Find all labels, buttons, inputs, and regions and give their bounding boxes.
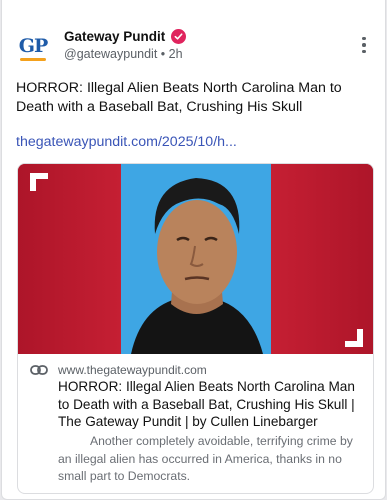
- preview-image[interactable]: [18, 164, 373, 354]
- display-name[interactable]: Gateway Pundit: [64, 29, 165, 44]
- post-link[interactable]: thegatewaypundit.com/2025/10/h...: [16, 134, 237, 150]
- preview-description: Another completely avoidable, terrifying…: [58, 434, 353, 483]
- avatar-logo-text: GP: [18, 35, 48, 57]
- corner-mark-bottom-right: [345, 329, 363, 347]
- corner-mark-top-left: [30, 173, 48, 191]
- avatar[interactable]: GP: [16, 29, 50, 63]
- mugshot-photo: [121, 164, 271, 354]
- image-frame-right: [271, 164, 373, 354]
- post-text: HORROR: Illegal Alien Beats North Caroli…: [16, 80, 342, 115]
- image-frame-left: [18, 164, 121, 354]
- more-vertical-icon[interactable]: [354, 33, 374, 57]
- link-preview-card[interactable]: www.thegatewaypundit.com HORROR: Illegal…: [17, 163, 374, 494]
- post-time[interactable]: 2h: [169, 47, 183, 61]
- meta-separator: •: [160, 47, 166, 61]
- verified-badge-icon: [171, 29, 187, 44]
- post-meta: @gatewaypundit • 2h: [64, 47, 183, 61]
- post-card: GP Gateway Pundit @gatewaypundit • 2h HO…: [1, 0, 386, 500]
- name-row: Gateway Pundit: [64, 29, 187, 44]
- handle[interactable]: @gatewaypundit: [64, 47, 157, 61]
- link-icon: [30, 365, 48, 375]
- post-header: GP Gateway Pundit @gatewaypundit • 2h: [16, 27, 376, 67]
- logo-swoosh: [20, 58, 46, 61]
- preview-domain[interactable]: www.thegatewaypundit.com: [58, 363, 207, 377]
- preview-title[interactable]: HORROR: Illegal Alien Beats North Caroli…: [58, 378, 366, 431]
- preview-body: www.thegatewaypundit.com HORROR: Illegal…: [18, 354, 373, 493]
